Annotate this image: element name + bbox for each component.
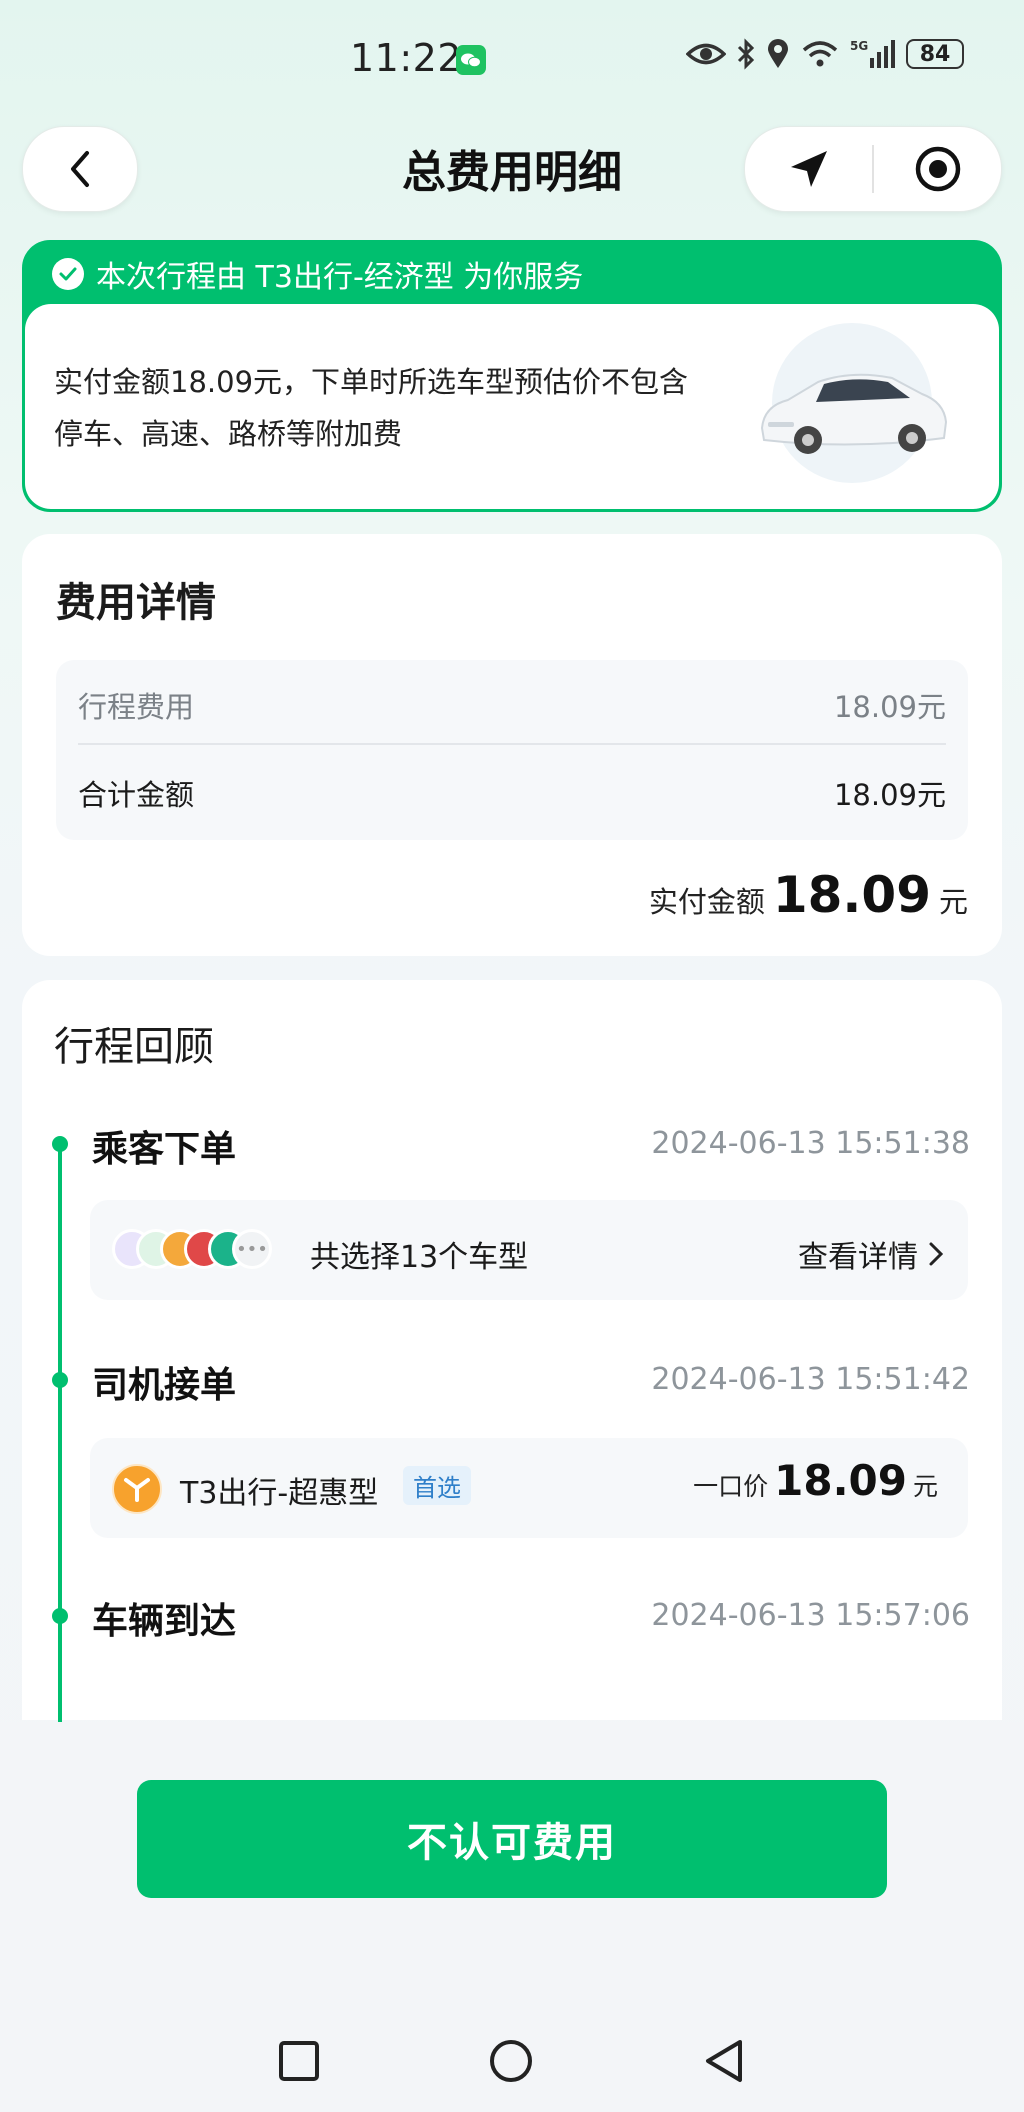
car-illustration bbox=[732, 318, 972, 488]
fee-divider bbox=[78, 743, 946, 745]
fee-row-value: 18.09元 bbox=[833, 690, 946, 724]
step-time: 2024-06-13 15:51:42 bbox=[651, 1362, 970, 1397]
fee-row-label: 行程费用 bbox=[78, 690, 195, 724]
order-summary-text: 共选择13个车型 bbox=[310, 1240, 529, 1275]
timeline-dot bbox=[52, 1372, 68, 1388]
timeline-line bbox=[58, 1146, 62, 1726]
step-time: 2024-06-13 15:57:06 bbox=[651, 1598, 970, 1633]
more-icon: ••• bbox=[232, 1229, 272, 1269]
fee-row-label: 合计金额 bbox=[78, 778, 195, 812]
recent-apps-button[interactable] bbox=[278, 2040, 320, 2086]
vehicle-type-icons: ••• bbox=[112, 1229, 292, 1271]
back-nav-button[interactable] bbox=[702, 2038, 746, 2088]
wechat-notification-icon bbox=[456, 45, 486, 75]
target-icon bbox=[915, 146, 960, 192]
triangle-back-icon bbox=[706, 2040, 742, 2082]
status-time: 11:22 bbox=[350, 36, 463, 80]
navigation-arrow-icon bbox=[790, 151, 827, 187]
fare-note: 实付金额18.09元，下单时所选车型预估价不包含停车、高速、路桥等附加费 bbox=[54, 365, 689, 451]
vehicle-name: T3出行-超惠型 bbox=[180, 1476, 379, 1511]
trip-review-title: 行程回顾 bbox=[54, 1024, 214, 1070]
battery-indicator: 84 bbox=[906, 39, 964, 69]
paid-value: 18.09 bbox=[772, 866, 931, 924]
header-actions bbox=[744, 126, 1002, 212]
bluetooth-icon bbox=[737, 38, 755, 70]
location-icon bbox=[768, 39, 788, 68]
paid-amount: 实付金额 18.09 元 bbox=[649, 866, 968, 924]
signal-icon: 5G bbox=[850, 39, 895, 68]
view-details-link[interactable]: 查看详情 bbox=[798, 1232, 944, 1276]
timeline-dot bbox=[52, 1136, 68, 1152]
fee-row-value: 18.09元 bbox=[833, 778, 946, 812]
svg-text:5G: 5G bbox=[850, 39, 868, 53]
timeline-dot bbox=[52, 1608, 68, 1624]
fixed-price: 一口价 18.09 元 bbox=[693, 1456, 938, 1505]
fee-details-title: 费用详情 bbox=[56, 580, 216, 626]
t3-logo-icon bbox=[112, 1464, 162, 1514]
step-label: 乘客下单 bbox=[92, 1129, 237, 1170]
square-icon bbox=[279, 2041, 319, 2081]
home-button[interactable] bbox=[488, 2038, 534, 2088]
record-button[interactable] bbox=[874, 127, 1001, 211]
chevron-right-icon bbox=[929, 1242, 944, 1266]
dispute-fee-button[interactable]: 不认可费用 bbox=[137, 1780, 887, 1898]
step-label: 司机接单 bbox=[92, 1365, 237, 1406]
wifi-icon bbox=[802, 41, 838, 67]
price-unit: 元 bbox=[912, 1472, 938, 1501]
service-banner-header: 本次行程由 T3出行-经济型 为你服务 bbox=[52, 252, 583, 296]
step-label: 车辆到达 bbox=[92, 1601, 237, 1642]
status-icons: 5G 84 bbox=[686, 38, 964, 70]
view-details-label: 查看详情 bbox=[798, 1240, 918, 1275]
price-value: 18.09 bbox=[774, 1456, 907, 1505]
step-time: 2024-06-13 15:51:38 bbox=[651, 1126, 970, 1161]
navigate-button[interactable] bbox=[745, 127, 872, 211]
eye-icon bbox=[686, 43, 726, 65]
fee-row-trip: 行程费用 18.09元 bbox=[78, 684, 946, 726]
paid-unit: 元 bbox=[938, 885, 968, 919]
paid-label: 实付金额 bbox=[648, 885, 765, 919]
preferred-tag: 首选 bbox=[403, 1466, 471, 1505]
price-label: 一口价 bbox=[693, 1472, 769, 1501]
check-icon bbox=[52, 258, 84, 290]
service-text: 本次行程由 T3出行-经济型 为你服务 bbox=[96, 260, 584, 295]
fee-row-total: 合计金额 18.09元 bbox=[78, 772, 946, 814]
circle-icon bbox=[490, 2040, 532, 2082]
